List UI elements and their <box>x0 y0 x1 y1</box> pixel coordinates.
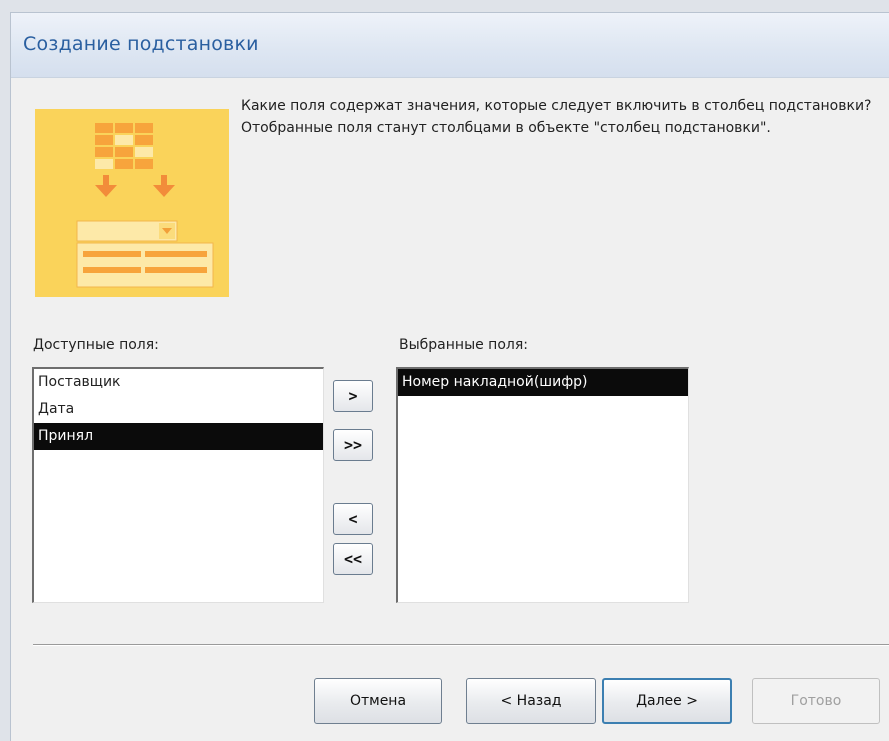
cancel-button[interactable]: Отмена <box>314 678 442 724</box>
title-bar: Создание подстановки <box>11 13 889 78</box>
add-all-fields-button[interactable]: >> <box>333 429 373 461</box>
dialog-title: Создание подстановки <box>23 33 259 55</box>
list-item-supplier[interactable]: Поставщик <box>34 369 323 396</box>
lookup-wizard-illustration-icon <box>35 109 229 297</box>
selected-fields-list[interactable]: Номер накладной(шифр) <box>396 367 689 603</box>
list-item-invoice-number[interactable]: Номер накладной(шифр) <box>398 369 688 396</box>
list-item-accepted[interactable]: Принял <box>34 423 323 450</box>
available-fields-list[interactable]: Поставщик Дата Принял <box>32 367 324 603</box>
add-field-button[interactable]: > <box>333 380 373 412</box>
remove-field-button[interactable]: < <box>333 503 373 535</box>
divider <box>33 644 889 646</box>
list-item-date[interactable]: Дата <box>34 396 323 423</box>
finish-button[interactable]: Готово <box>752 678 880 724</box>
back-button[interactable]: < Назад <box>466 678 596 724</box>
available-fields-label: Доступные поля: <box>33 337 159 353</box>
selected-fields-label: Выбранные поля: <box>399 337 528 353</box>
wizard-description: Какие поля содержат значения, которые сл… <box>241 98 872 136</box>
next-button[interactable]: Далее > <box>602 678 732 724</box>
lookup-wizard-dialog: Создание подстановки Какие поля содержат… <box>10 12 889 741</box>
remove-all-fields-button[interactable]: << <box>333 543 373 575</box>
